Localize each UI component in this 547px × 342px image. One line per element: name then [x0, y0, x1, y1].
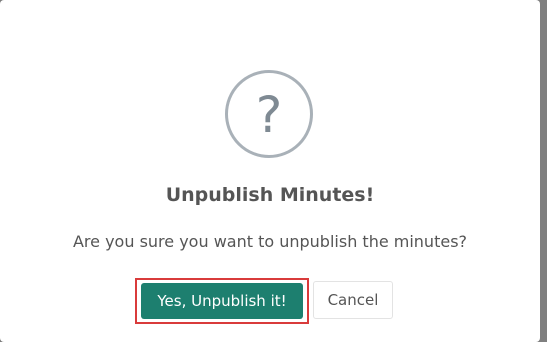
confirm-unpublish-button[interactable]: Yes, Unpublish it! — [141, 283, 303, 319]
dialog-title: Unpublish Minutes! — [165, 184, 375, 206]
question-mark-glyph: ? — [255, 86, 283, 144]
cancel-button[interactable]: Cancel — [313, 281, 393, 319]
question-mark-icon: ? — [225, 70, 313, 158]
dialog-message: Are you sure you want to unpublish the m… — [72, 232, 468, 251]
confirm-dialog: ? Unpublish Minutes! Are you sure you wa… — [0, 0, 540, 342]
